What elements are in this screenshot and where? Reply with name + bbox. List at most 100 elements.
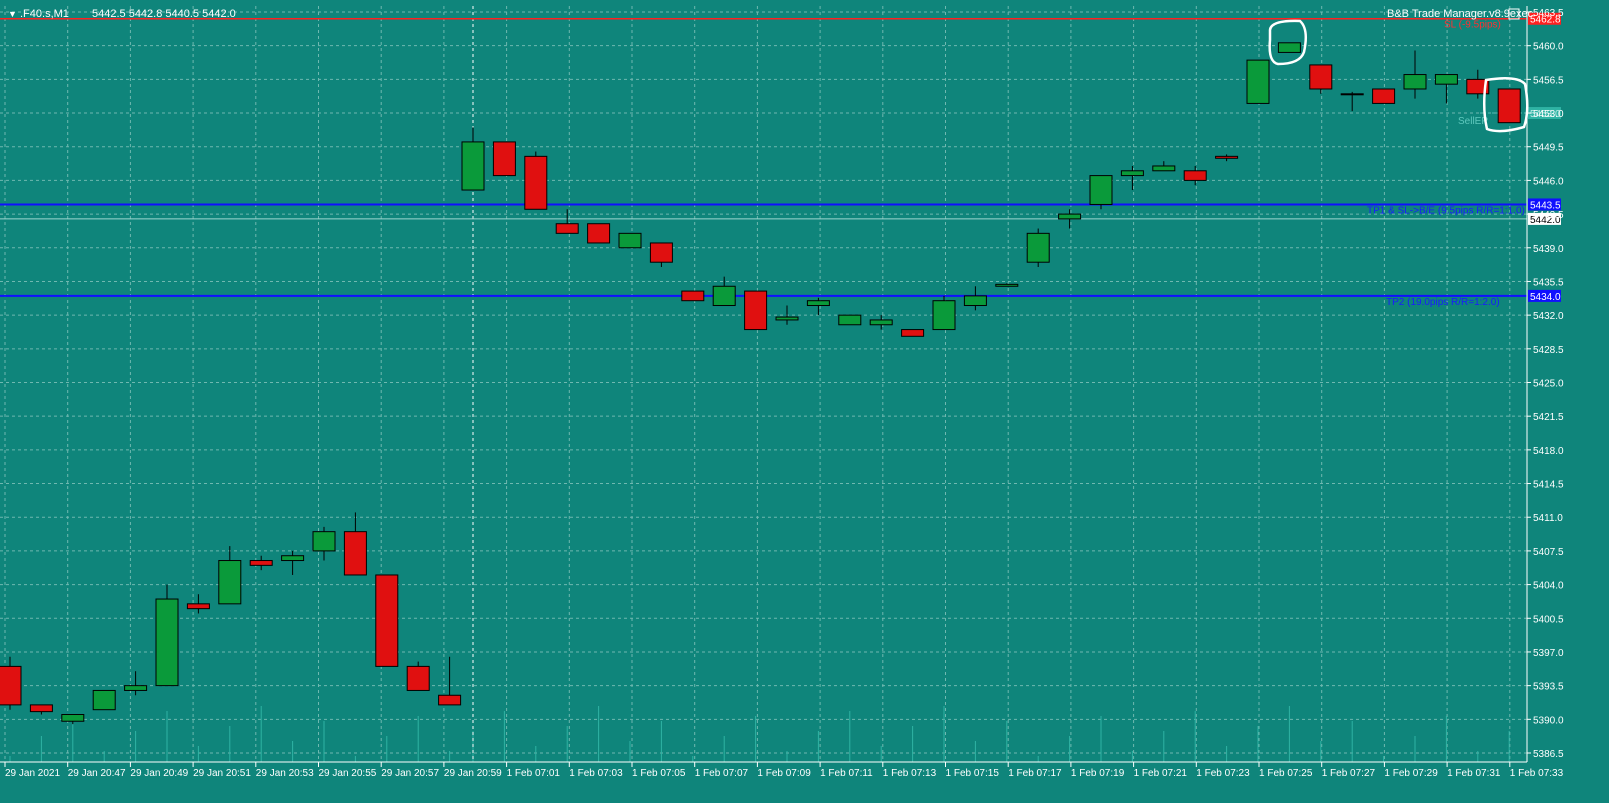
candle-body	[343, 531, 367, 576]
candle	[838, 314, 862, 326]
time-tick-label: 29 Jan 20:55	[319, 768, 377, 779]
price-tick-label: 5432.0	[1533, 311, 1564, 322]
candle-body	[901, 329, 925, 337]
time-tick-label: 1 Feb 07:01	[507, 768, 561, 779]
candle	[492, 141, 516, 177]
candle	[1277, 42, 1301, 53]
symbol-label: .F40.s,M1	[20, 8, 69, 20]
time-tick-label: 1 Feb 07:27	[1322, 768, 1376, 779]
candle	[587, 223, 611, 244]
candle-body	[492, 141, 516, 177]
ohlc-label: 5442.5 5442.8 5440.5 5442.0	[92, 8, 236, 20]
candle-body	[1089, 175, 1113, 205]
candle-body	[461, 141, 485, 191]
time-tick-label: 1 Feb 07:13	[883, 768, 937, 779]
price-tick-label: 5390.0	[1533, 715, 1564, 726]
time-tick-label: 1 Feb 07:25	[1259, 768, 1313, 779]
candle-body	[524, 155, 548, 210]
candle-body	[1309, 64, 1333, 90]
price-tick-label: 5425.0	[1533, 379, 1564, 390]
tp2-label: TP2 (19.0pips R/R=1:2.0)	[1386, 297, 1500, 308]
candle-body	[124, 685, 148, 691]
candle-body	[249, 560, 273, 566]
candle-body	[775, 316, 799, 321]
candle-body	[438, 694, 462, 706]
candle	[375, 574, 399, 667]
candle-body	[1058, 213, 1082, 220]
candle-body	[1152, 165, 1176, 172]
candle-body	[995, 283, 1019, 287]
candle	[932, 295, 956, 331]
candle	[744, 290, 768, 331]
candle-body	[1215, 155, 1239, 159]
candle-body	[744, 290, 768, 331]
chevron-down-icon[interactable]: ▼	[8, 9, 17, 19]
price-tick-label: 5407.5	[1533, 547, 1564, 558]
candle-body	[1340, 93, 1364, 96]
price-tick-label: 5453.0	[1533, 109, 1564, 120]
candle-body	[618, 232, 642, 249]
candle-body	[1434, 74, 1458, 85]
candle-body	[61, 714, 85, 722]
candle-body	[1372, 88, 1396, 104]
price-tick-label: 5414.5	[1533, 480, 1564, 491]
time-tick-label: 1 Feb 07:11	[820, 768, 873, 779]
time-tick-label: 29 Jan 2021	[5, 768, 60, 779]
candle-body	[1183, 170, 1207, 181]
candle-body	[838, 314, 862, 326]
time-tick-label: 29 Jan 20:57	[381, 768, 439, 779]
chart-background	[0, 0, 1609, 803]
candle	[1309, 64, 1333, 94]
price-tick-label: 5404.0	[1533, 581, 1564, 592]
price-tick-label: 5463.5	[1533, 8, 1564, 19]
sl-label: SL (-9.5pips)	[1444, 20, 1501, 31]
price-tick-label: 5442.5	[1533, 210, 1564, 221]
price-chart[interactable]: SL (-9.5pips) 5462.8TP1 & SL->B/E (9.5pip…	[0, 0, 1609, 803]
candle-body	[932, 300, 956, 331]
candle-body	[1277, 42, 1301, 53]
candle-body	[806, 300, 830, 307]
candle-body	[29, 704, 53, 713]
time-tick-label: 1 Feb 07:09	[757, 768, 811, 779]
time-tick-label: 1 Feb 07:23	[1196, 768, 1250, 779]
candle-body	[218, 560, 242, 605]
time-tick-label: 1 Feb 07:29	[1384, 768, 1438, 779]
time-tick-label: 1 Feb 07:05	[632, 768, 686, 779]
price-tick-label: 5411.0	[1533, 513, 1563, 524]
candle	[1026, 228, 1050, 268]
time-tick-label: 29 Jan 20:49	[130, 768, 188, 779]
candle-body	[406, 665, 430, 691]
price-tick-label: 5393.5	[1533, 682, 1564, 693]
candle-body	[92, 689, 116, 711]
candle	[1497, 88, 1521, 124]
candle-body	[0, 665, 22, 706]
time-tick-label: 1 Feb 07:31	[1447, 768, 1501, 779]
candle-body	[155, 598, 179, 687]
price-tick-label: 5421.5	[1533, 412, 1564, 423]
time-tick-label: 29 Jan 20:51	[193, 768, 251, 779]
candle	[1089, 175, 1113, 210]
tp2-price-tag-text: 5434.0	[1530, 292, 1561, 303]
time-tick-label: 1 Feb 07:19	[1071, 768, 1125, 779]
candle	[901, 329, 925, 337]
time-tick-label: 1 Feb 07:21	[1134, 768, 1188, 779]
time-tick-label: 29 Jan 20:47	[68, 768, 126, 779]
price-tick-label: 5456.5	[1533, 75, 1564, 86]
candle-body	[1246, 59, 1270, 104]
candle	[524, 151, 548, 210]
time-tick-label: 29 Jan 20:53	[256, 768, 314, 779]
price-tick-label: 5435.5	[1533, 277, 1564, 288]
candle-body	[963, 295, 987, 307]
price-tick-label: 5418.0	[1533, 446, 1564, 457]
price-tick-label: 5460.0	[1533, 42, 1564, 53]
candle-body	[1403, 74, 1427, 90]
ea-name-label: B&B Trade Manager.v8.9exec	[1387, 8, 1534, 20]
candle-body	[555, 223, 579, 234]
candle-body	[1497, 88, 1521, 124]
candle-body	[312, 531, 336, 552]
price-tick-label: 5397.0	[1533, 648, 1564, 659]
candle-body	[681, 290, 705, 302]
time-tick-label: 1 Feb 07:33	[1510, 768, 1564, 779]
candle	[155, 584, 179, 687]
time-tick-label: 1 Feb 07:03	[569, 768, 623, 779]
